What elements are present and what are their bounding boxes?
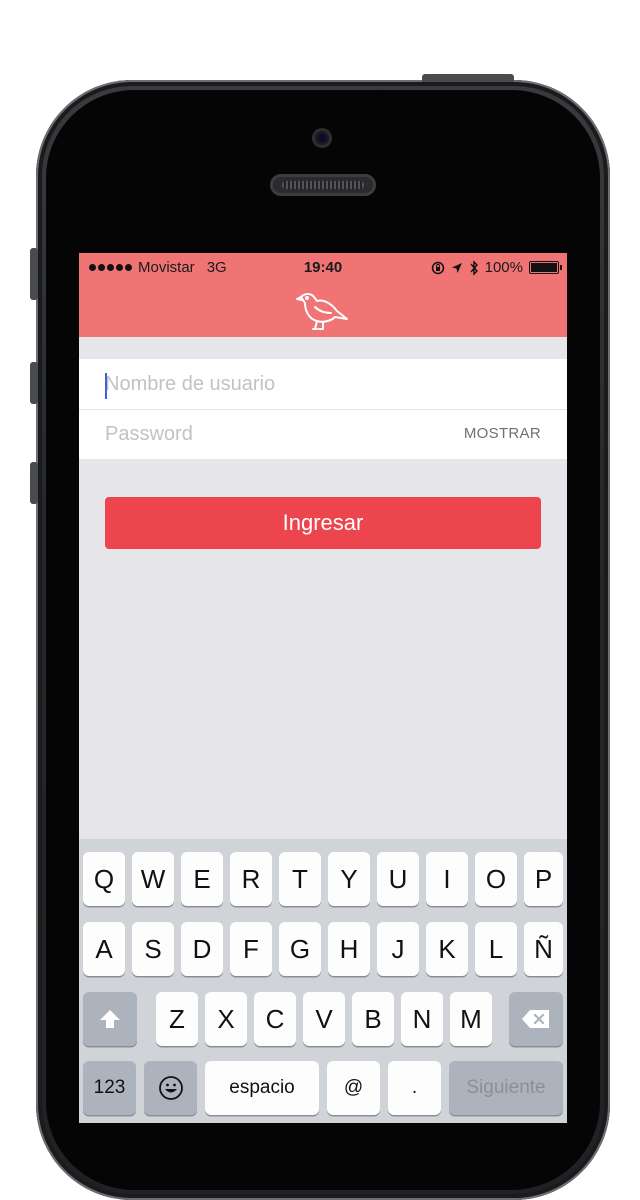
keyboard: Q W E R T Y U I O P A S D F G H J K L Ñ …: [79, 839, 567, 1123]
key-k[interactable]: K: [426, 922, 468, 976]
show-password-button[interactable]: MOSTRAR: [464, 425, 541, 442]
screen: Movistar 3G 19:40 100% Nombre de usuario…: [79, 253, 567, 1123]
key-r[interactable]: R: [230, 852, 272, 906]
username-field-row: [79, 359, 567, 410]
key-i[interactable]: I: [426, 852, 468, 906]
key-x[interactable]: X: [205, 992, 247, 1046]
silent-switch: [30, 248, 38, 300]
login-form: MOSTRAR: [79, 359, 567, 459]
bluetooth-icon: [470, 259, 478, 276]
key-o[interactable]: O: [475, 852, 517, 906]
username-input[interactable]: [105, 359, 445, 409]
key-e[interactable]: E: [181, 852, 223, 906]
key-f[interactable]: F: [230, 922, 272, 976]
battery-icon: [529, 261, 562, 274]
shift-key[interactable]: [83, 992, 137, 1046]
battery-percentage: 100%: [484, 259, 523, 276]
key-u[interactable]: U: [377, 852, 419, 906]
key-c[interactable]: C: [254, 992, 296, 1046]
key-a[interactable]: A: [83, 922, 125, 976]
password-input[interactable]: [105, 409, 445, 459]
space-key[interactable]: espacio: [205, 1061, 319, 1115]
emoji-key[interactable]: [144, 1061, 197, 1115]
emoji-icon: [158, 1076, 183, 1100]
key-n[interactable]: N: [401, 992, 443, 1046]
volume-down-button: [30, 462, 38, 504]
key-l[interactable]: L: [475, 922, 517, 976]
key-m[interactable]: M: [450, 992, 492, 1046]
rotation-lock-icon: [431, 261, 444, 274]
at-key[interactable]: @: [327, 1061, 380, 1115]
key-t[interactable]: T: [279, 852, 321, 906]
key-p[interactable]: P: [524, 852, 563, 906]
key-z[interactable]: Z: [156, 992, 198, 1046]
key-w[interactable]: W: [132, 852, 174, 906]
key-d[interactable]: D: [181, 922, 223, 976]
password-field-row: MOSTRAR: [79, 409, 567, 459]
key-y[interactable]: Y: [328, 852, 370, 906]
login-button[interactable]: Ingresar: [105, 497, 541, 549]
status-bar: Movistar 3G 19:40 100%: [79, 253, 567, 283]
key-n-tilde[interactable]: Ñ: [524, 922, 563, 976]
numbers-key[interactable]: 123: [83, 1061, 136, 1115]
next-key[interactable]: Siguiente: [449, 1061, 563, 1115]
shift-icon: [100, 1010, 120, 1028]
key-j[interactable]: J: [377, 922, 419, 976]
volume-up-button: [30, 362, 38, 404]
key-q[interactable]: Q: [83, 852, 125, 906]
key-v[interactable]: V: [303, 992, 345, 1046]
nav-bar: Movistar 3G 19:40 100%: [79, 253, 567, 337]
key-b[interactable]: B: [352, 992, 394, 1046]
backspace-key[interactable]: [509, 992, 563, 1046]
dot-key[interactable]: .: [388, 1061, 441, 1115]
location-arrow-icon: [451, 262, 462, 273]
bird-logo-icon: [296, 293, 348, 330]
backspace-icon: [522, 1010, 549, 1028]
earpiece-speaker: [270, 174, 376, 196]
front-camera: [312, 128, 332, 148]
key-h[interactable]: H: [328, 922, 370, 976]
key-g[interactable]: G: [279, 922, 321, 976]
text-cursor: [105, 373, 107, 399]
key-s[interactable]: S: [132, 922, 174, 976]
power-button: [422, 74, 514, 82]
